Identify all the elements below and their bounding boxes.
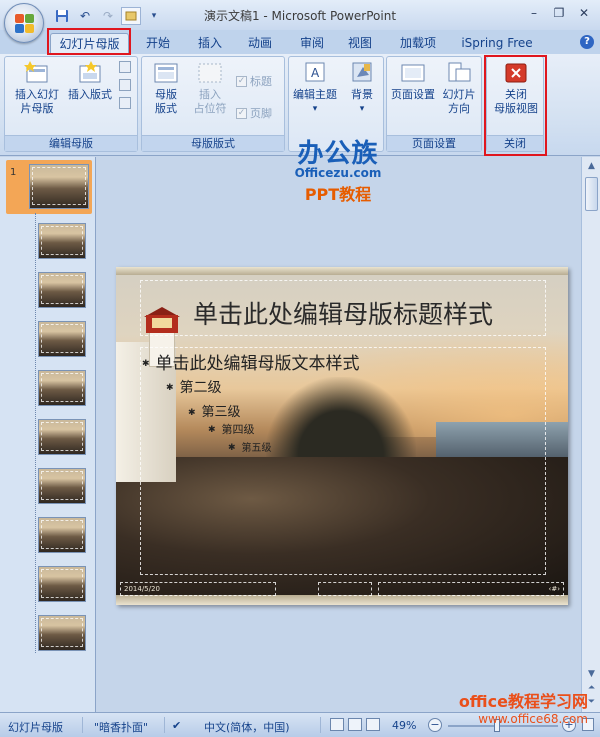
background-button[interactable]: 背景 ▾ <box>343 61 381 116</box>
scroll-down-icon[interactable]: ▼ <box>584 667 599 681</box>
group-master-layout: 母版 版式 插入 占位符 ✓ 标题 ✓ 页脚 母版版式 <box>141 56 285 152</box>
vertical-scrollbar[interactable]: ▲ ▼ ⏶ ⏷ <box>581 157 600 712</box>
master-title-text: 单击此处编辑母版标题样式 <box>192 300 493 329</box>
watermark-logo: 办公族 Officezu.com PPT教程 <box>288 133 388 205</box>
slide-orientation-icon <box>446 61 472 85</box>
normal-view-icon[interactable] <box>330 718 344 731</box>
group-edit-master-label: 编辑母版 <box>5 135 137 151</box>
tab-animation[interactable]: 动画 <box>240 33 280 54</box>
preserve-icon[interactable] <box>119 97 131 109</box>
tab-insert[interactable]: 插入 <box>190 33 230 54</box>
tab-view[interactable]: 视图 <box>340 33 380 54</box>
body-level-4: ✱ 第四级 <box>208 423 255 436</box>
office-button[interactable] <box>4 3 44 43</box>
title-checkbox[interactable]: ✓ 标题 <box>236 73 272 89</box>
title-placeholder[interactable]: 单击此处编辑母版标题样式 <box>140 280 546 336</box>
scroll-thumb[interactable] <box>585 177 598 211</box>
thumbnail-layout[interactable] <box>38 321 86 357</box>
status-language[interactable]: 中文(简体，中国) <box>204 719 290 735</box>
master-slide[interactable]: 单击此处编辑母版标题样式 ✱ 单击此处编辑母版文本样式 ✱ 第二级 ✱ 第三级 ✱ 第四… <box>116 267 568 605</box>
rename-icon[interactable] <box>119 79 131 91</box>
insert-placeholder-button[interactable]: 插入 占位符 <box>188 61 232 116</box>
scroll-up-icon[interactable]: ▲ <box>584 159 599 173</box>
group-edit-master: 插入幻灯 片母版 插入版式 编辑母版 <box>4 56 138 152</box>
tab-home[interactable]: 开始 <box>138 33 178 54</box>
tab-addins[interactable]: 加载项 <box>393 33 443 54</box>
group-master-layout-label: 母版版式 <box>142 135 284 151</box>
page-setup-button[interactable]: 页面设置 <box>389 61 437 102</box>
insert-placeholder-icon <box>197 61 223 85</box>
close-window-button[interactable]: ✕ <box>572 4 596 22</box>
tab-slide-master[interactable]: 幻灯片母版 <box>50 33 129 54</box>
watermark-site: Officezu.com <box>294 166 382 180</box>
master-layout-icon <box>153 61 179 85</box>
body-level-1: ✱ 单击此处编辑母版文本样式 <box>142 354 360 374</box>
master-layout-button[interactable]: 母版 版式 <box>146 61 186 116</box>
thumbnail-layout[interactable] <box>38 615 86 651</box>
slide-number-placeholder[interactable]: ‹#› <box>378 582 564 596</box>
status-theme: "暗香扑面" <box>94 721 149 734</box>
thumbnail-layout[interactable] <box>38 517 86 553</box>
slideshow-icon[interactable] <box>366 718 380 731</box>
insert-layout-button[interactable]: 插入版式 <box>65 61 115 102</box>
footer-placeholder[interactable] <box>318 582 372 596</box>
date-placeholder[interactable]: 2014/5/20 <box>120 582 276 596</box>
thumbnail-layout[interactable] <box>38 419 86 455</box>
delete-slide-icon[interactable] <box>119 61 131 73</box>
master-slide-number: 1 <box>10 167 17 178</box>
minimize-button[interactable]: – <box>522 4 546 22</box>
group-close: 关闭 母版视图 关闭 <box>486 56 544 152</box>
thumbnail-layout[interactable] <box>38 468 86 504</box>
body-level-2: ✱ 第二级 <box>166 380 222 396</box>
tab-ispring[interactable]: iSpring Free <box>458 33 536 54</box>
thumbnail-layout[interactable] <box>38 272 86 308</box>
close-master-icon <box>503 61 529 85</box>
spellcheck-icon[interactable]: ✔ <box>172 719 181 732</box>
title-bar: ↶ ↷ ▾ 演示文稿1 - Microsoft PowerPoint – ❐ ✕ <box>0 0 600 30</box>
thumbnail-layout[interactable] <box>38 370 86 406</box>
insert-layout-icon <box>77 61 103 85</box>
insert-slide-master-icon <box>24 61 50 85</box>
thumbnail-layout[interactable] <box>38 223 86 259</box>
close-master-view-button[interactable]: 关闭 母版视图 <box>489 61 543 116</box>
watermark-brand: 办公族 <box>297 139 379 169</box>
slide-orientation-button[interactable]: 幻灯片 方向 <box>439 61 479 116</box>
thumbnail-master[interactable] <box>29 164 89 209</box>
thumbnail-pane: 1 <box>0 157 96 712</box>
body-level-3: ✱ 第三级 <box>188 405 241 420</box>
footer-checkbox[interactable]: ✓ 页脚 <box>236 105 272 121</box>
group-page-setup: 页面设置 幻灯片 方向 页面设置 <box>386 56 482 152</box>
body-level-5: ✱ 第五级 <box>228 443 272 454</box>
group-page-setup-label: 页面设置 <box>387 135 481 151</box>
background-icon <box>349 61 375 85</box>
group-close-label: 关闭 <box>487 135 543 151</box>
status-view: 幻灯片母版 <box>8 721 63 734</box>
maximize-button[interactable]: ❐ <box>547 4 571 22</box>
office-logo-icon <box>15 14 35 34</box>
footer-watermark: office教程学习网 www.office68.com <box>458 692 588 726</box>
edit-theme-icon: A <box>302 61 328 85</box>
tab-review[interactable]: 审阅 <box>292 33 332 54</box>
insert-slide-master-button[interactable]: 插入幻灯 片母版 <box>11 61 63 116</box>
watermark-sub: PPT教程 <box>304 185 372 204</box>
edit-master-small-buttons <box>119 61 133 121</box>
ribbon-tabs: 幻灯片母版 开始 插入 动画 审阅 视图 加载项 iSpring Free <box>0 30 600 54</box>
slide-sorter-icon[interactable] <box>348 718 362 731</box>
help-icon[interactable]: ? <box>580 35 594 49</box>
window-title: 演示文稿1 - Microsoft PowerPoint <box>203 9 397 23</box>
zoom-level[interactable]: 49% <box>392 719 416 732</box>
window-controls: – ❐ ✕ <box>522 4 596 22</box>
thumbnail-layout[interactable] <box>38 566 86 602</box>
edit-theme-button[interactable]: A 编辑主题 ▾ <box>291 61 339 116</box>
svg-text:A: A <box>311 66 320 80</box>
page-setup-icon <box>400 61 426 85</box>
zoom-out-icon[interactable]: − <box>428 718 442 732</box>
